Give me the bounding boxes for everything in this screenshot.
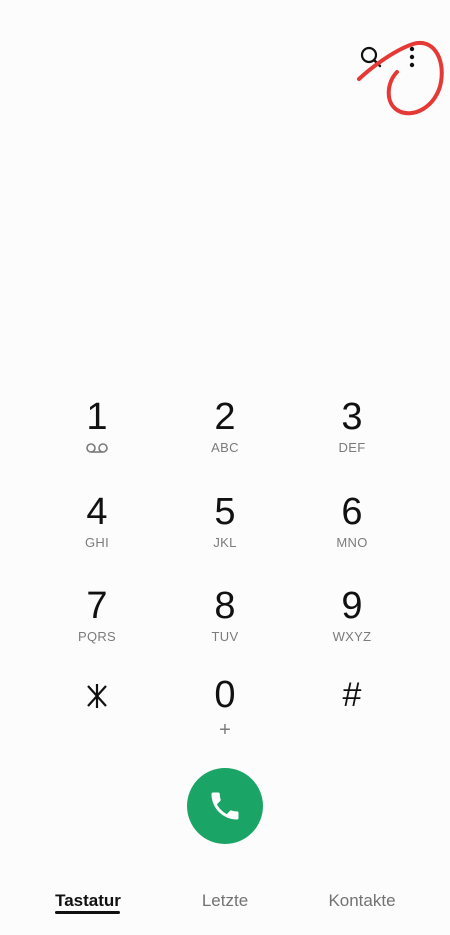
plus-symbol: + xyxy=(219,719,231,741)
key-5[interactable]: 5 JKL xyxy=(170,491,280,573)
key-2[interactable]: 2 ABC xyxy=(170,396,280,478)
key-digit: 5 xyxy=(214,491,236,533)
key-3[interactable]: 3 DEF xyxy=(297,396,407,478)
key-1[interactable]: 1 xyxy=(42,396,152,478)
key-8[interactable]: 8 TUV xyxy=(170,585,280,667)
key-7[interactable]: 7 PQRS xyxy=(42,585,152,667)
phone-icon xyxy=(211,792,239,820)
key-star[interactable]: * xyxy=(42,674,152,756)
voicemail-icon xyxy=(86,440,108,456)
key-hash[interactable]: # xyxy=(297,674,407,756)
key-letters: GHI xyxy=(84,535,109,550)
key-digit: 0 xyxy=(214,674,236,716)
active-tab-indicator xyxy=(55,911,120,914)
key-6[interactable]: 6 MNO xyxy=(297,491,407,573)
key-letters: TUV xyxy=(211,629,239,644)
tab-letzte[interactable]: Letzte xyxy=(180,888,270,914)
key-digit: 8 xyxy=(214,585,236,627)
key-letters: JKL xyxy=(213,535,237,550)
key-0[interactable]: 0 + xyxy=(170,674,280,756)
star-icon xyxy=(84,680,110,718)
key-digit: 3 xyxy=(341,396,363,438)
key-4[interactable]: 4 GHI xyxy=(42,491,152,573)
key-letters: PQRS xyxy=(77,629,117,644)
key-digit: 9 xyxy=(341,585,363,627)
tab-kontakte[interactable]: Kontakte xyxy=(312,888,412,914)
key-9[interactable]: 9 WXYZ xyxy=(297,585,407,667)
key-letters: WXYZ xyxy=(332,629,372,644)
key-digit: # xyxy=(342,676,362,714)
key-letters: MNO xyxy=(336,535,368,550)
call-button[interactable] xyxy=(187,768,263,844)
key-digit: 2 xyxy=(214,396,236,438)
key-digit: 1 xyxy=(86,396,108,438)
key-letters: ABC xyxy=(211,440,239,455)
key-digit: 6 xyxy=(341,491,363,533)
key-digit: 4 xyxy=(86,491,108,533)
dialer-screen: 1 2 ABC 3 DEF 4 GHI 5 JKL 6 MNO 7 PQRS 8… xyxy=(0,0,450,935)
key-digit: 7 xyxy=(86,585,108,627)
key-letters: DEF xyxy=(338,440,366,455)
